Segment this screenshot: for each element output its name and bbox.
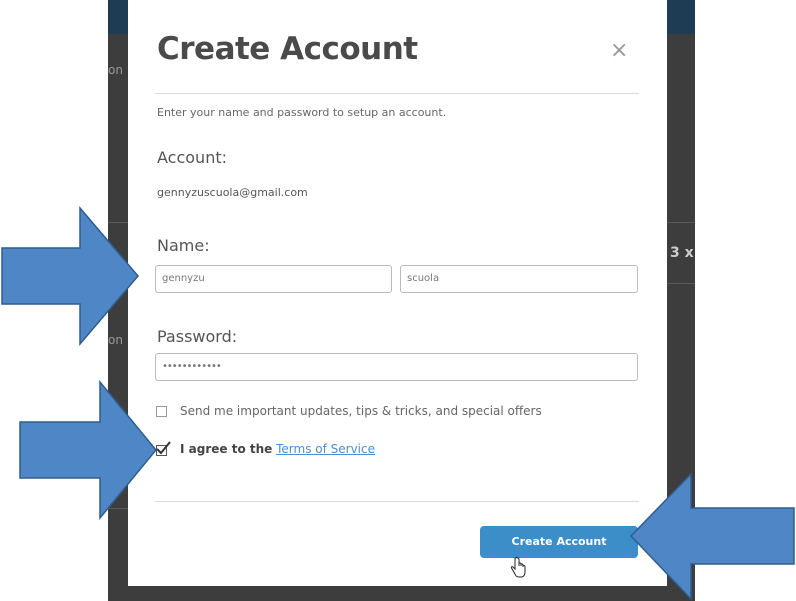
terms-of-service-link[interactable]: Terms of Service bbox=[276, 442, 375, 456]
backdrop-text: on bbox=[108, 63, 123, 77]
account-email: gennyzuscuola@gmail.com bbox=[157, 186, 308, 199]
backdrop-text: 3 x bbox=[670, 245, 694, 261]
updates-label: Send me important updates, tips & tricks… bbox=[180, 404, 542, 418]
create-account-button[interactable]: Create Account bbox=[480, 526, 638, 558]
last-name-input[interactable]: scuola bbox=[400, 265, 638, 293]
first-name-input[interactable]: gennyzu bbox=[155, 265, 392, 293]
dialog-title: Create Account bbox=[157, 31, 418, 67]
arrow-right-icon bbox=[1, 206, 139, 346]
hand-cursor-icon bbox=[510, 557, 526, 578]
account-label: Account: bbox=[157, 148, 227, 167]
create-account-dialog: Create Account × Enter your name and pas… bbox=[128, 0, 667, 586]
password-input[interactable]: •••••••••••• bbox=[155, 353, 638, 381]
arrow-right-icon bbox=[19, 380, 157, 520]
name-label: Name: bbox=[157, 236, 210, 255]
intro-text: Enter your name and password to setup an… bbox=[157, 106, 447, 119]
close-icon[interactable]: × bbox=[610, 38, 628, 63]
divider bbox=[155, 93, 639, 94]
arrow-left-icon bbox=[629, 472, 795, 601]
terms-agreement: I agree to the Terms of Service bbox=[180, 442, 375, 456]
agree-text: I agree to the bbox=[180, 442, 273, 456]
password-label: Password: bbox=[157, 327, 238, 346]
footer-divider bbox=[155, 501, 639, 502]
